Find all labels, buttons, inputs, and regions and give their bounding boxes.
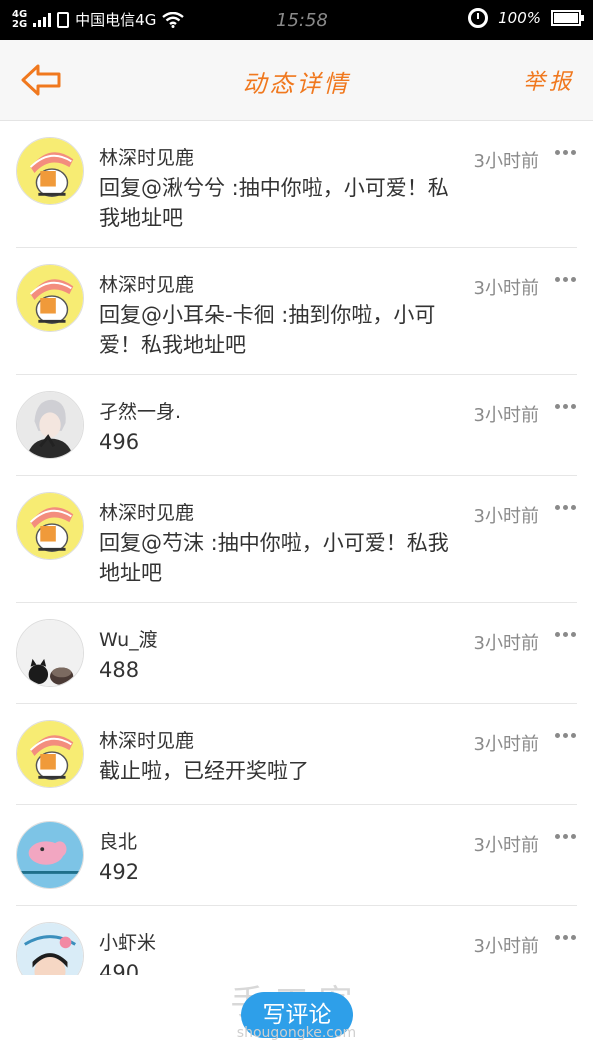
commenter-name[interactable]: Wu_渡 xyxy=(99,625,158,652)
comment-time: 3小时前 xyxy=(473,506,539,527)
comment-item[interactable]: 孑然一身. 496 3小时前 xyxy=(16,375,577,476)
more-options-icon[interactable] xyxy=(555,272,577,286)
more-options-icon[interactable] xyxy=(555,930,577,944)
comment-item[interactable]: 林深时见鹿回复@芍沫 :抽中你啦，小可爱！私我地址吧 3小时前 xyxy=(16,476,577,603)
comment-item[interactable]: 林深时见鹿回复@湫兮兮 :抽中你啦，小可爱！私我地址吧 3小时前 xyxy=(16,121,577,248)
more-options-icon[interactable] xyxy=(555,500,577,514)
comment-text: 回复@芍沫 :抽中你啦，小可爱！私我地址吧 xyxy=(99,531,449,585)
commenter-name[interactable]: 林深时见鹿 xyxy=(99,498,194,525)
commenter-name[interactable]: 小虾米 xyxy=(99,928,156,955)
comment-time: 3小时前 xyxy=(473,278,539,299)
comment-text: 492 xyxy=(99,860,140,884)
comment-text: 490 xyxy=(99,961,140,975)
more-options-icon[interactable] xyxy=(555,627,577,641)
avatar[interactable] xyxy=(16,137,84,205)
carrier-label: 中国电信4G xyxy=(75,11,157,29)
comment-item[interactable]: 小虾米 490 3小时前 xyxy=(16,906,577,975)
report-button[interactable]: 举报 xyxy=(523,64,575,96)
avatar[interactable] xyxy=(16,922,84,975)
commenter-name[interactable]: 良北 xyxy=(99,827,137,854)
page-title: 动态详情 xyxy=(242,70,351,98)
commenter-name[interactable]: 林深时见鹿 xyxy=(99,726,194,753)
more-options-icon[interactable] xyxy=(555,728,577,742)
comment-time: 3小时前 xyxy=(473,936,539,957)
battery-percent: 100% xyxy=(498,9,541,27)
commenter-name[interactable]: 林深时见鹿 xyxy=(99,270,194,297)
comment-item[interactable]: 林深时见鹿回复@小耳朵-卡徊 :抽到你啦，小可爱！私我地址吧 3小时前 xyxy=(16,248,577,375)
more-options-icon[interactable] xyxy=(555,829,577,843)
alarm-icon xyxy=(468,8,489,28)
comment-list[interactable]: 林深时见鹿 回复@湫兮兮 :抽中你啦，小可爱！私我地址吧 3小时前 林深时见鹿 回复@小… xyxy=(0,121,593,975)
comment-time: 3小时前 xyxy=(473,835,539,856)
comment-item[interactable]: 林深时见鹿截止啦，已经开奖啦了 3小时前 xyxy=(16,704,577,805)
avatar[interactable] xyxy=(16,619,84,687)
avatar[interactable] xyxy=(16,492,84,560)
comment-time: 3小时前 xyxy=(473,405,539,426)
comment-item[interactable]: 良北 492 3小时前 xyxy=(16,805,577,906)
bottom-bar: 手工客 写评论 shougongke.com xyxy=(0,975,593,1054)
comment-text: 496 xyxy=(99,430,140,454)
watermark-domain: shougongke.com xyxy=(236,1025,357,1041)
comment-item[interactable]: Wu_渡 488 3小时前 xyxy=(16,603,577,704)
comment-time: 3小时前 xyxy=(473,633,539,654)
commenter-name[interactable]: 孑然一身. xyxy=(99,397,181,424)
page-header: 动态详情 举报 xyxy=(0,40,593,121)
comment-text: 回复@湫兮兮 :抽中你啦，小可爱！私我地址吧 xyxy=(99,176,449,230)
more-options-icon[interactable] xyxy=(555,399,577,413)
avatar[interactable] xyxy=(16,264,84,332)
sim-card-icon xyxy=(57,11,70,28)
avatar[interactable] xyxy=(16,391,84,459)
commenter-name[interactable]: 林深时见鹿 xyxy=(99,143,194,170)
avatar[interactable] xyxy=(16,821,84,889)
signal-icon xyxy=(33,12,52,27)
status-bar: 4G 2G 中国电信4G 15:58 100% xyxy=(0,0,593,40)
battery-icon xyxy=(551,10,584,26)
more-options-icon[interactable] xyxy=(555,145,577,159)
comment-text: 截止啦，已经开奖啦了 xyxy=(99,759,309,783)
avatar[interactable] xyxy=(16,720,84,788)
wifi-icon xyxy=(162,11,185,28)
comment-text: 回复@小耳朵-卡徊 :抽到你啦，小可爱！私我地址吧 xyxy=(99,303,436,357)
comment-time: 3小时前 xyxy=(473,734,539,755)
comment-time: 3小时前 xyxy=(473,151,539,172)
comment-text: 488 xyxy=(99,658,140,682)
network-type: 4G 2G xyxy=(12,8,28,30)
